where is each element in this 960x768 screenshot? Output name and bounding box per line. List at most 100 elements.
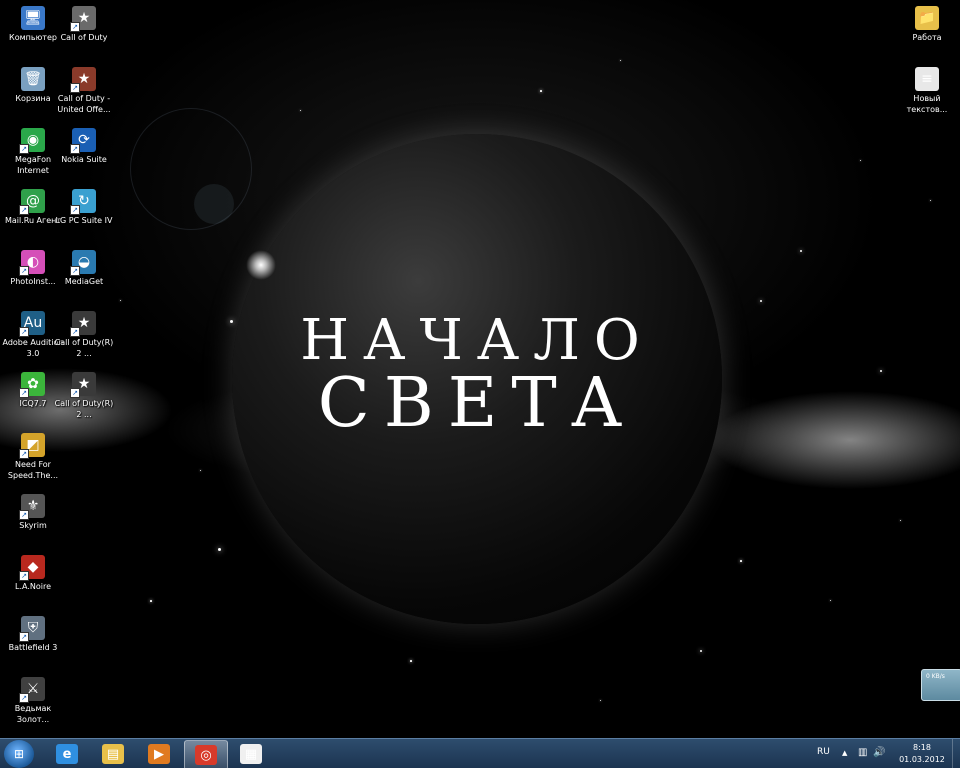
shortcut-arrow-icon: ↗ — [19, 205, 29, 215]
wallpaper-star — [218, 548, 221, 551]
clock[interactable]: 8:18 01.03.2012 — [894, 742, 950, 766]
icon-la-noire[interactable]: ◆ ↗ L.A.Noire — [0, 555, 66, 592]
icon-folder-rabota[interactable]: 📁 Работа — [894, 6, 960, 43]
shortcut-arrow-icon: ↗ — [19, 266, 29, 276]
mailru-agent-icon: @ ↗ — [19, 189, 45, 215]
call-of-duty-2-icon: ★ ↗ — [70, 372, 96, 398]
shortcut-arrow-icon: ↗ — [70, 144, 80, 154]
la-noire-icon: ◆ ↗ — [19, 555, 45, 581]
mediaget-icon: ◒ ↗ — [70, 250, 96, 276]
shortcut-arrow-icon: ↗ — [19, 632, 29, 642]
wallpaper-star — [760, 300, 762, 302]
icon-new-text-doc[interactable]: ≡ Новый текстов... — [894, 67, 960, 115]
lens-flare-ring — [130, 108, 252, 230]
network-icon[interactable]: ▥ — [858, 747, 867, 758]
desktop-icon-label: Call of Duty — [60, 33, 108, 42]
wallpaper-star — [930, 200, 931, 201]
taskbar-chrome[interactable]: ◎ — [184, 740, 228, 768]
shortcut-arrow-icon: ↗ — [19, 510, 29, 520]
taskbar-internet-explorer[interactable]: e — [46, 740, 88, 768]
taskbar-explorer[interactable]: ▤ — [92, 740, 134, 768]
shortcut-arrow-icon: ↗ — [70, 327, 80, 337]
lens-flare — [246, 250, 276, 280]
wallpaper-star — [300, 110, 301, 111]
clock-time: 8:18 — [913, 743, 931, 752]
call-of-duty-star-icon: ★ ↗ — [70, 6, 96, 32]
volume-icon[interactable]: 🔊 — [873, 747, 885, 758]
show-hidden-icons-icon[interactable]: ▲ — [842, 749, 847, 757]
call-of-duty-united-icon: ★ ↗ — [70, 67, 96, 93]
desktop-icon-label: LG PC Suite IV — [55, 216, 113, 225]
shortcut-arrow-icon: ↗ — [19, 388, 29, 398]
language-indicator[interactable]: RU — [817, 747, 830, 757]
megafon-icon: ◉ ↗ — [19, 128, 45, 154]
shortcut-arrow-icon: ↗ — [70, 22, 80, 32]
shortcut-arrow-icon: ↗ — [70, 205, 80, 215]
desktop-icon-label: Call of Duty(R) 2 ... — [54, 399, 114, 419]
wallpaper-star — [410, 660, 412, 662]
shortcut-arrow-icon: ↗ — [19, 449, 29, 459]
need-for-speed-icon: ◩ ↗ — [19, 433, 45, 459]
icon-call-of-duty-2[interactable]: ★ ↗ Call of Duty(R) 2 ... — [51, 311, 117, 359]
wallpaper-star — [620, 60, 621, 61]
shortcut-arrow-icon: ↗ — [19, 693, 29, 703]
adobe-audition-icon: Au ↗ — [19, 311, 45, 337]
desktop-icon-label: Call of Duty - United Offe... — [57, 94, 111, 114]
wallpaper-star — [800, 250, 802, 252]
taskbar-media-player[interactable]: ▶ — [138, 740, 180, 768]
shortcut-arrow-icon: ↗ — [19, 327, 29, 337]
icon-battlefield-3[interactable]: ⛨ ↗ Battlefield 3 — [0, 616, 66, 653]
icon-skyrim[interactable]: ⚜ ↗ Skyrim — [0, 494, 66, 531]
icon-call-of-duty[interactable]: ★ ↗ Call of Duty — [51, 6, 117, 43]
icon-call-of-duty-united[interactable]: ★ ↗ Call of Duty - United Offe... — [51, 67, 117, 115]
desktop-icon-label: Ведьмак Золот... — [14, 704, 52, 724]
wallpaper-star — [540, 90, 542, 92]
wallpaper-star — [740, 560, 742, 562]
internet-explorer-icon: e — [56, 744, 78, 764]
desktop-icon-label: L.A.Noire — [14, 582, 51, 591]
wallpaper-star — [700, 650, 702, 652]
desktop-icon-label: MediaGet — [64, 277, 104, 286]
notepad-icon: ▦ — [240, 744, 262, 764]
start-button[interactable]: ⊞ — [4, 740, 34, 768]
lg-pc-suite-icon: ↻ ↗ — [70, 189, 96, 215]
desktop[interactable]: НАЧАЛО СВЕТА 🖥 Компьютер 🗑 Корзина ◉ ↗ MegaFon… — [0, 0, 960, 768]
photoinstrument-icon: ◐ ↗ — [19, 250, 45, 276]
icon-witcher[interactable]: ⚔ ↗ Ведьмак Золот... — [0, 677, 66, 725]
shortcut-arrow-icon: ↗ — [70, 83, 80, 93]
wallpaper-star — [860, 160, 861, 161]
icon-mediaget[interactable]: ◒ ↗ MediaGet — [51, 250, 117, 287]
wallpaper-star — [150, 600, 152, 602]
shortcut-arrow-icon: ↗ — [19, 144, 29, 154]
network-meter-gadget[interactable]: 0 KB/s — [921, 669, 960, 701]
desktop-icon-label: Battlefield 3 — [8, 643, 58, 652]
wallpaper-star — [900, 520, 901, 521]
icon-call-of-duty-2b[interactable]: ★ ↗ Call of Duty(R) 2 ... — [51, 372, 117, 420]
computer-icon: 🖥 — [21, 6, 45, 30]
icon-lg-pc-suite[interactable]: ↻ ↗ LG PC Suite IV — [51, 189, 117, 226]
wallpaper-star — [880, 370, 882, 372]
skyrim-icon: ⚜ ↗ — [19, 494, 45, 520]
desktop-icon-label: Новый текстов... — [906, 94, 948, 114]
desktop-icon-label: Need For Speed.The... — [7, 460, 59, 480]
desktop-icon-label: Работа — [912, 33, 942, 42]
witcher-icon: ⚔ ↗ — [19, 677, 45, 703]
show-desktop-button[interactable] — [952, 739, 960, 768]
taskbar: ⊞ e ▤ ▶ ◎ ▦ RU ▲ ▥ 🔊 8:18 01.03.2012 — [0, 738, 960, 768]
taskbar-notepad[interactable]: ▦ — [230, 740, 272, 768]
icon-need-for-speed[interactable]: ◩ ↗ Need For Speed.The... — [0, 433, 66, 481]
recycle-bin-icon: 🗑 — [21, 67, 45, 91]
lens-flare-spot — [194, 184, 234, 224]
shortcut-arrow-icon: ↗ — [70, 266, 80, 276]
wallpaper-title-line-2: СВЕТА — [317, 364, 637, 443]
gadget-speed-text: 0 KB/s — [926, 673, 945, 680]
wallpaper-star — [600, 700, 601, 701]
windows-logo-icon: ⊞ — [13, 747, 25, 761]
wallpaper-star — [830, 600, 831, 601]
media-player-icon: ▶ — [148, 744, 170, 764]
nokia-suite-icon: ⟳ ↗ — [70, 128, 96, 154]
desktop-icon-label: Skyrim — [19, 521, 47, 530]
icon-nokia-suite[interactable]: ⟳ ↗ Nokia Suite — [51, 128, 117, 165]
icq-flower-icon: ✿ ↗ — [19, 372, 45, 398]
clock-date: 01.03.2012 — [899, 755, 945, 764]
